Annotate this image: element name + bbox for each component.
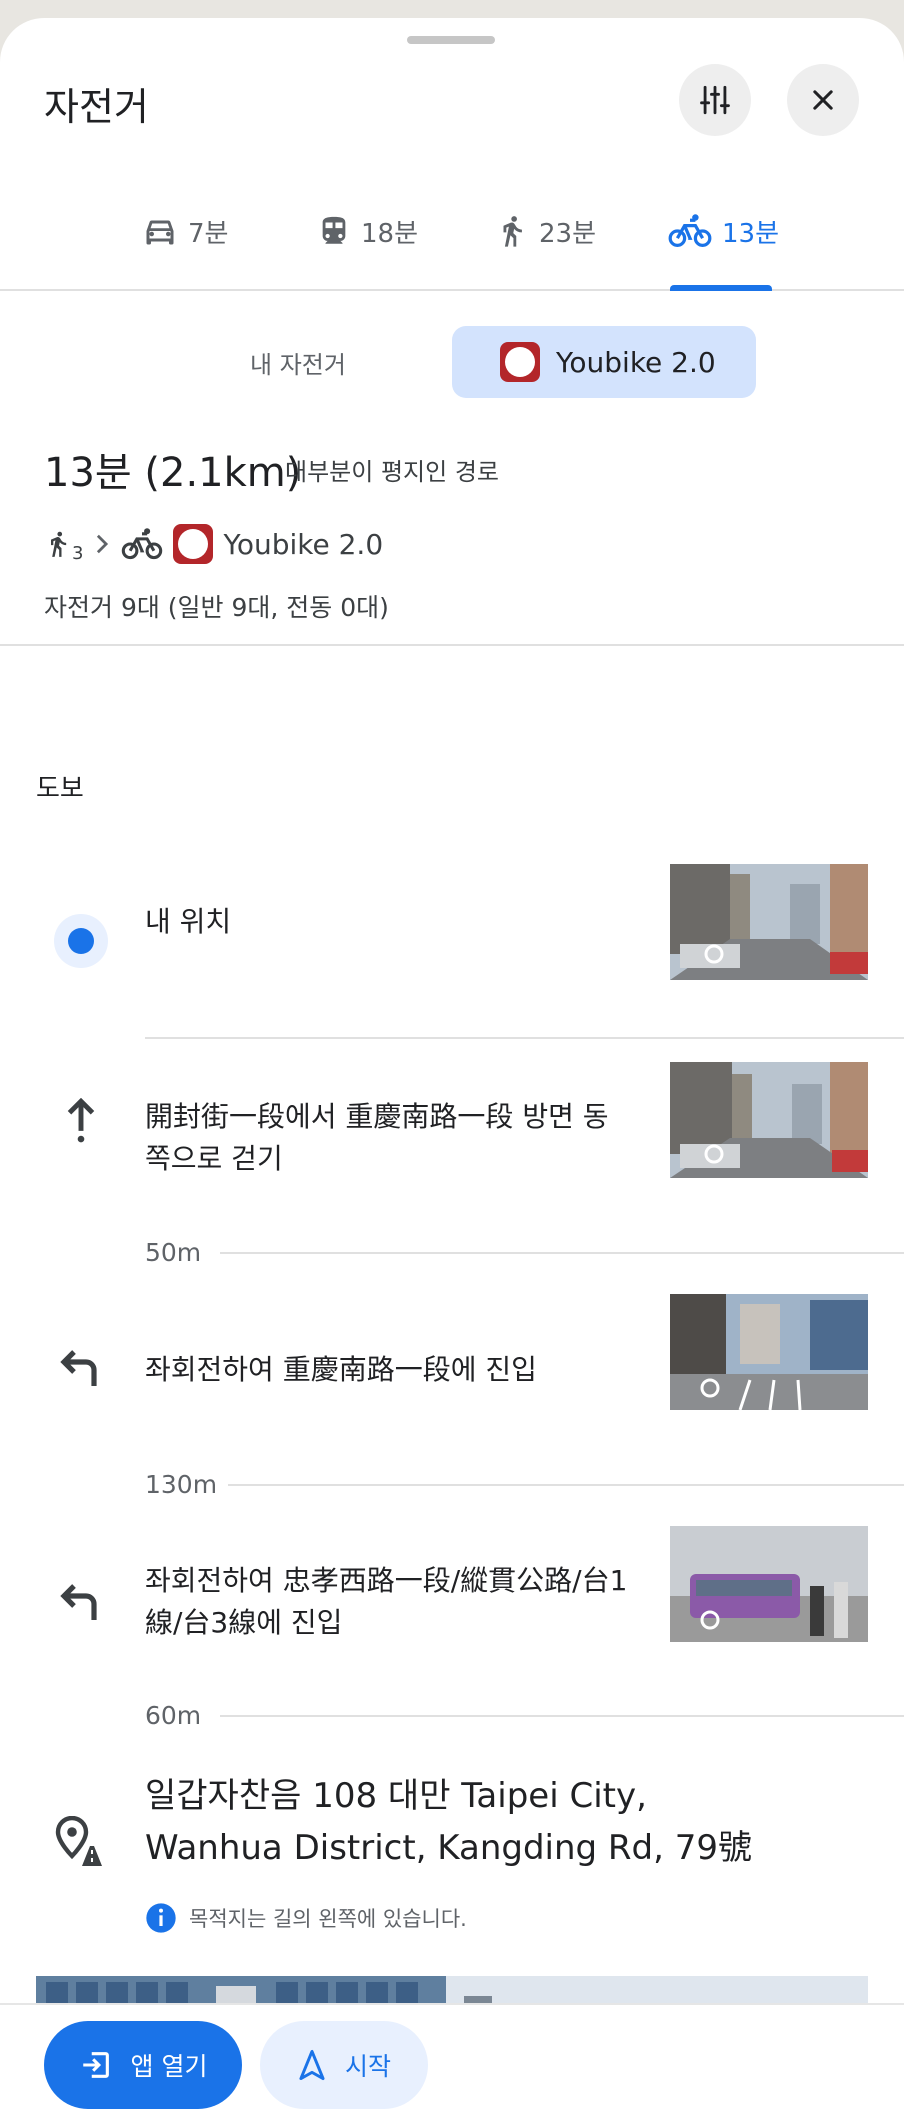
service-name: Youbike 2.0 bbox=[223, 527, 384, 561]
bikes-available: 자전거 9대 (일반 9대, 전동 0대) bbox=[44, 593, 389, 622]
bike-icon bbox=[668, 214, 712, 248]
arrow-up-icon bbox=[67, 1098, 95, 1143]
tab-cycling-label: 13분 bbox=[722, 218, 780, 249]
youbike-logo-icon bbox=[500, 342, 540, 382]
close-icon bbox=[813, 90, 833, 110]
tab-transit[interactable]: 18분 bbox=[317, 173, 418, 289]
walk-icon bbox=[51, 531, 67, 557]
page-title: 자전거 bbox=[44, 85, 149, 129]
start-button[interactable]: 시작 bbox=[260, 2021, 428, 2109]
destination-pin-icon bbox=[55, 1816, 102, 1866]
turn-left-icon bbox=[60, 1350, 97, 1386]
navigation-arrow-icon bbox=[299, 2049, 325, 2081]
street-photo-2 bbox=[670, 1062, 868, 1178]
youbike-logo-icon bbox=[173, 524, 214, 564]
section-divider bbox=[0, 644, 904, 646]
tune-icon bbox=[700, 85, 730, 115]
my-location-icon bbox=[54, 914, 108, 968]
route-time-distance: 13분 (2.1km) bbox=[44, 450, 302, 496]
walk-count: 3 bbox=[72, 542, 84, 564]
train-icon bbox=[322, 216, 346, 244]
open-app-label: 앱 열기 bbox=[130, 2052, 208, 2081]
info-icon bbox=[146, 1903, 176, 1933]
step-separator bbox=[145, 1037, 904, 1039]
route-mode-sequence: 3 Youbike 2.0 bbox=[44, 518, 383, 570]
travel-mode-tabs: 7분 18분 23분 13분 bbox=[0, 173, 904, 291]
destination-address: 일갑자찬음 108 대만 Taipei City, Wanhua Distric… bbox=[145, 1776, 753, 1868]
section-label-walk: 도보 bbox=[36, 774, 84, 804]
tab-driving-label: 7분 bbox=[188, 218, 229, 249]
destination-info-text: 목적지는 길의 왼쪽에 있습니다. bbox=[189, 1907, 467, 1931]
tab-walking[interactable]: 23분 bbox=[495, 173, 596, 289]
step-separator bbox=[228, 1484, 904, 1486]
tab-cycling[interactable]: 13분 bbox=[668, 173, 779, 289]
walk-icon bbox=[503, 216, 522, 247]
step-distance: 60m bbox=[145, 1701, 202, 1730]
step-separator bbox=[220, 1252, 904, 1254]
street-view-thumbnail[interactable] bbox=[670, 1294, 868, 1410]
step-distance: 50m bbox=[145, 1238, 202, 1267]
tab-walking-label: 23분 bbox=[539, 218, 597, 249]
street-view-thumbnail[interactable] bbox=[670, 1062, 868, 1178]
open-app-button[interactable]: 앱 열기 bbox=[44, 2021, 242, 2109]
street-photo-1 bbox=[670, 864, 868, 980]
destination-info: 목적지는 길의 왼쪽에 있습니다. bbox=[145, 1902, 467, 1934]
chevron-right-icon bbox=[97, 534, 109, 554]
step-instruction: 좌회전하여 忠孝西路一段/縱貫公路/台1線/台3線에 진입 bbox=[145, 1564, 628, 1639]
route-note: 대부분이 평지인 경로 bbox=[285, 458, 499, 486]
start-label: 시작 bbox=[344, 2052, 391, 2081]
close-button[interactable] bbox=[787, 64, 859, 136]
step-my-location: 내 위치 bbox=[145, 905, 232, 938]
active-tab-indicator bbox=[670, 285, 772, 291]
step-instruction: 좌회전하여 重慶南路一段에 진입 bbox=[145, 1353, 537, 1386]
street-view-thumbnail[interactable] bbox=[670, 1526, 868, 1642]
turn-left-icon bbox=[60, 1584, 97, 1620]
own-bike-label: 내 자전거 bbox=[250, 350, 346, 379]
tab-transit-label: 18분 bbox=[361, 218, 419, 249]
options-button[interactable] bbox=[679, 64, 751, 136]
street-view-thumbnail[interactable] bbox=[670, 864, 868, 980]
step-distance: 130m bbox=[145, 1470, 218, 1499]
directions-sheet: 자전거 7분 18분 23분 13분 내 자전거 Youbike 2.0 13분… bbox=[0, 18, 904, 2123]
open-in-app-icon bbox=[82, 2052, 109, 2078]
step-instruction: 開封街一段에서 重慶南路一段 방면 동쪽으로 걷기 bbox=[145, 1100, 609, 1175]
bike-icon bbox=[122, 528, 163, 560]
own-bike-option[interactable]: 내 자전거 bbox=[250, 326, 410, 398]
street-photo-4 bbox=[670, 1526, 868, 1642]
youbike-option-label: Youbike 2.0 bbox=[556, 345, 716, 379]
car-icon bbox=[146, 220, 174, 245]
youbike-option[interactable]: Youbike 2.0 bbox=[452, 326, 756, 398]
tab-driving[interactable]: 7분 bbox=[142, 173, 228, 289]
street-photo-3 bbox=[670, 1294, 868, 1410]
drag-handle[interactable] bbox=[407, 36, 495, 44]
step-separator bbox=[220, 1715, 904, 1717]
